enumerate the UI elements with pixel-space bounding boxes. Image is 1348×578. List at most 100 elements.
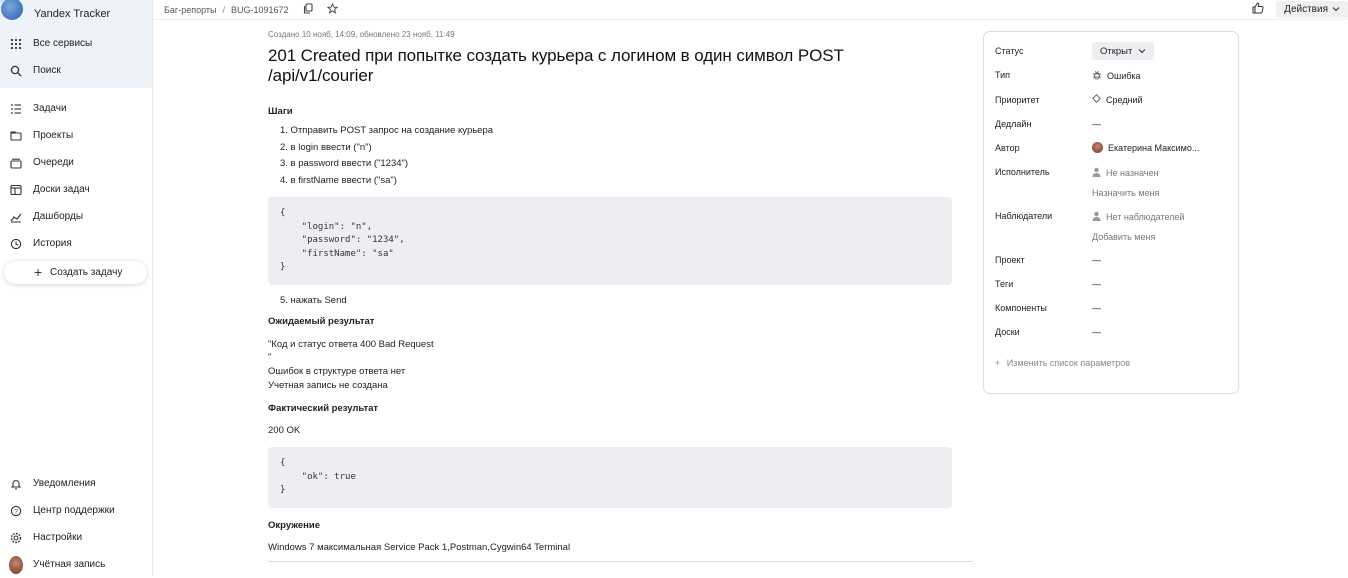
user-icon bbox=[1092, 211, 1101, 223]
bug-icon bbox=[1092, 70, 1102, 82]
priority-field[interactable]: Средний bbox=[1092, 94, 1143, 105]
actions-button[interactable]: Действия bbox=[1276, 1, 1348, 18]
nav-projects[interactable]: Проекты bbox=[0, 122, 152, 149]
tags-value[interactable]: — bbox=[1092, 279, 1101, 289]
assignee-field[interactable]: Не назначен bbox=[1092, 167, 1158, 179]
type-value: Ошибка bbox=[1107, 71, 1141, 81]
nav-dashboards[interactable]: Дашборды bbox=[0, 203, 152, 230]
author-label: Автор bbox=[995, 143, 1020, 153]
boards-icon bbox=[9, 183, 23, 197]
nav-boards[interactable]: Доски задач bbox=[0, 176, 152, 203]
list-item: 2. в login ввести ("n") bbox=[280, 141, 372, 153]
nav-queues-label: Очереди bbox=[33, 157, 74, 168]
history-icon bbox=[9, 237, 23, 251]
thumbs-up-icon[interactable] bbox=[1252, 2, 1264, 17]
issue-content: Создано 10 нояб, 14:09, обновлено 23 ноя… bbox=[268, 30, 952, 555]
assign-me-link[interactable]: Назначить меня bbox=[1092, 188, 1159, 198]
steps-list-continued: 5. нажать Send bbox=[268, 293, 952, 310]
nav-all-services-label: Все сервисы bbox=[33, 38, 93, 49]
nav-search[interactable]: Поиск bbox=[0, 57, 152, 84]
breadcrumb-queue[interactable]: Баг-репорты bbox=[164, 5, 216, 15]
list-item: 4. в firstName ввести ("sa") bbox=[280, 174, 397, 186]
nav-settings-label: Настройки bbox=[33, 532, 83, 543]
sidebar: Yandex Tracker Все сервисы Поиск Задачи bbox=[0, 0, 153, 575]
breadcrumb-separator: / bbox=[222, 4, 225, 15]
followers-value: Нет наблюдателей bbox=[1106, 212, 1185, 222]
status-label: Статус bbox=[995, 46, 1024, 56]
create-task-button[interactable]: + Создать задачу bbox=[4, 261, 147, 284]
actions-label: Действия bbox=[1284, 4, 1328, 15]
components-value[interactable]: — bbox=[1092, 303, 1101, 313]
boards-label: Доски bbox=[995, 327, 1020, 337]
boards-value[interactable]: — bbox=[1092, 327, 1101, 337]
nav-notifications[interactable]: Уведомления bbox=[0, 470, 153, 497]
nav-account-label: Учётная запись bbox=[33, 559, 106, 570]
nav-history-label: История bbox=[33, 238, 72, 249]
type-label: Тип bbox=[995, 70, 1011, 80]
change-params-label: Изменить список параметров bbox=[1006, 358, 1131, 368]
steps-heading: Шаги bbox=[268, 106, 293, 117]
list-item: 5. нажать Send bbox=[280, 295, 347, 306]
type-field[interactable]: Ошибка bbox=[1092, 70, 1141, 82]
copy-icon[interactable] bbox=[303, 2, 313, 17]
actual-heading: Фактический результат bbox=[268, 402, 379, 414]
create-task-label: Создать задачу bbox=[50, 267, 123, 278]
chevron-down-icon bbox=[1138, 46, 1146, 57]
project-value[interactable]: — bbox=[1092, 255, 1101, 265]
nav-history[interactable]: История bbox=[0, 230, 152, 257]
code-block-request: { "login": "n", "password": "1234", "fir… bbox=[268, 197, 952, 285]
tracker-logo-icon bbox=[1, 0, 23, 20]
plus-icon: + bbox=[995, 358, 1001, 368]
nav-account[interactable]: Учётная запись bbox=[0, 551, 153, 578]
nav-notifications-label: Уведомления bbox=[33, 478, 96, 489]
plus-icon: + bbox=[34, 264, 43, 280]
brand[interactable]: Yandex Tracker bbox=[0, 0, 152, 30]
gear-icon bbox=[9, 531, 23, 545]
author-value: Екатерина Максимо... bbox=[1108, 142, 1200, 153]
nav-boards-label: Доски задач bbox=[33, 184, 90, 195]
environment-text: Windows 7 максимальная Service Pack 1,Po… bbox=[268, 542, 571, 554]
status-field[interactable]: Открыт bbox=[1092, 42, 1155, 60]
issue-fields-panel: Статус Открыт Тип Ошибка Приоритет Средн… bbox=[983, 31, 1239, 394]
issue-meta: Создано 10 нояб, 14:09, обновлено 23 ноя… bbox=[268, 30, 455, 39]
divider bbox=[268, 561, 973, 562]
status-dropdown[interactable]: Открыт bbox=[1092, 42, 1155, 60]
assignee-value: Не назначен bbox=[1106, 168, 1159, 178]
nav-all-services[interactable]: Все сервисы bbox=[0, 30, 152, 57]
components-label: Компоненты bbox=[995, 303, 1047, 313]
svg-text:?: ? bbox=[14, 508, 18, 515]
change-params-link[interactable]: + Изменить список параметров bbox=[995, 358, 1130, 368]
project-label: Проект bbox=[995, 255, 1025, 265]
bell-icon bbox=[9, 477, 23, 491]
expected-heading: Ожидаемый результат bbox=[268, 315, 375, 327]
nav-projects-label: Проекты bbox=[33, 130, 74, 141]
app-name: Yandex Tracker bbox=[34, 8, 111, 20]
star-icon[interactable] bbox=[326, 2, 338, 17]
queues-icon bbox=[9, 156, 23, 170]
projects-icon bbox=[9, 129, 23, 143]
environment-heading: Окружение bbox=[268, 520, 320, 532]
add-me-link[interactable]: Добавить меня bbox=[1092, 232, 1155, 242]
tasks-icon bbox=[9, 102, 23, 116]
nav-support[interactable]: ? Центр поддержки bbox=[0, 497, 153, 524]
avatar bbox=[9, 555, 23, 574]
nav-search-label: Поиск bbox=[33, 65, 61, 76]
breadcrumb-issue-key[interactable]: BUG-1091672 bbox=[231, 5, 289, 15]
nav-settings[interactable]: Настройки bbox=[0, 524, 153, 551]
deadline-label: Дедлайн bbox=[995, 119, 1032, 129]
nav-tasks-label: Задачи bbox=[33, 103, 67, 114]
dashboards-icon bbox=[9, 210, 23, 224]
sidebar-top: Yandex Tracker Все сервисы Поиск bbox=[0, 0, 152, 88]
status-value: Открыт bbox=[1100, 45, 1133, 57]
issue-title[interactable]: 201 Created при попытке создать курьера … bbox=[268, 46, 952, 86]
nav-support-label: Центр поддержки bbox=[33, 505, 115, 516]
steps-list: 1. Отправить POST запрос на создание кур… bbox=[268, 123, 952, 189]
nav-tasks[interactable]: Задачи bbox=[0, 95, 152, 122]
nav-queues[interactable]: Очереди bbox=[0, 149, 152, 176]
code-block-response: { "ok": true } bbox=[268, 447, 952, 509]
chevron-down-icon bbox=[1332, 4, 1340, 15]
followers-field[interactable]: Нет наблюдателей bbox=[1092, 211, 1184, 223]
nav-dashboards-label: Дашборды bbox=[33, 211, 83, 222]
deadline-value[interactable]: — bbox=[1092, 119, 1101, 129]
author-field[interactable]: Екатерина Максимо... bbox=[1092, 142, 1199, 153]
